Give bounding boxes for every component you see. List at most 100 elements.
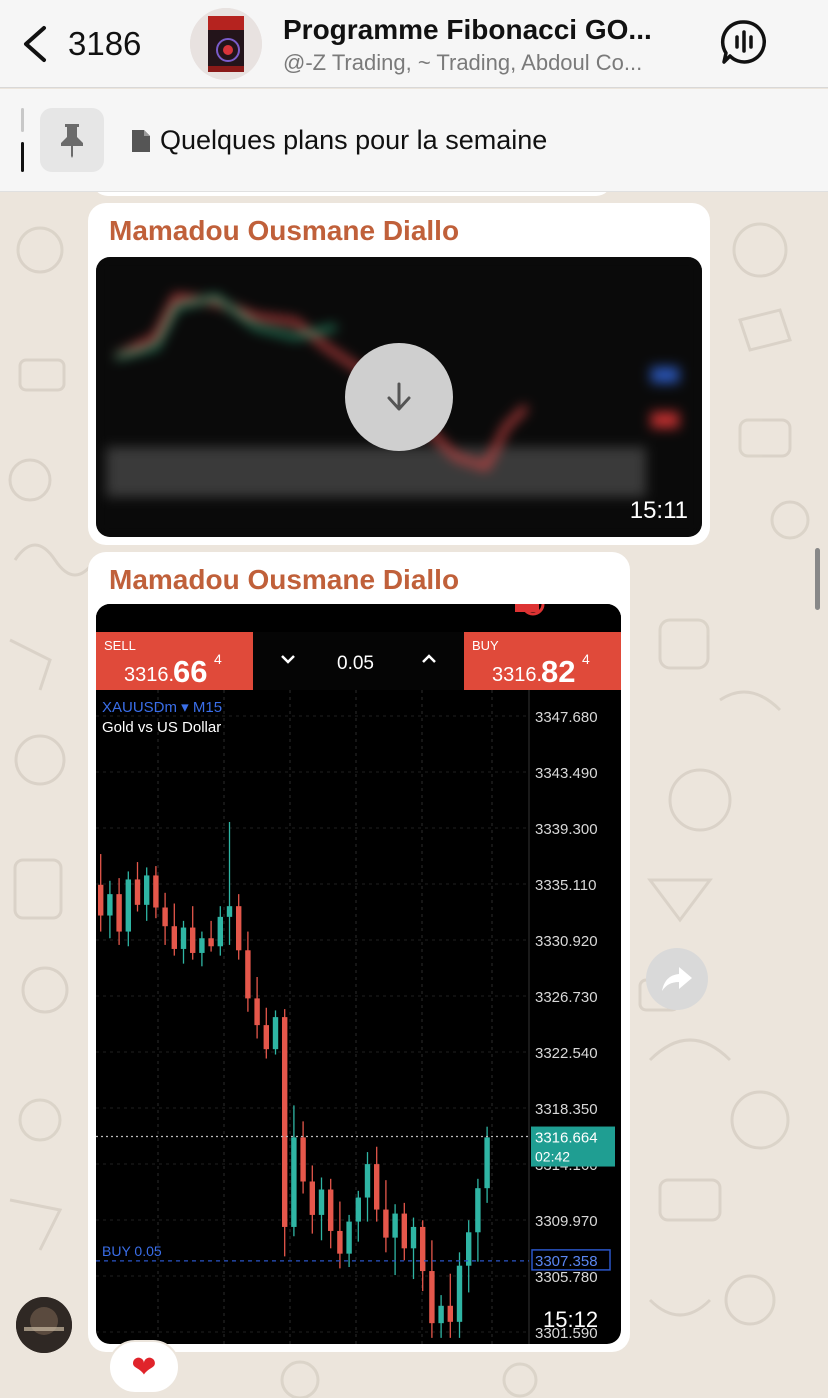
candle — [300, 1137, 306, 1182]
candle — [355, 1197, 361, 1222]
candle — [447, 1305, 453, 1322]
candle — [208, 938, 214, 947]
chart-screenshot[interactable]: SELL 3316. 66 4 BUY 3316. 82 4 0.05 XAUU… — [96, 604, 621, 1344]
download-button[interactable] — [345, 343, 453, 451]
sender-name[interactable]: Mamadou Ousmane Diallo — [109, 564, 459, 596]
trading-chart: SELL 3316. 66 4 BUY 3316. 82 4 0.05 XAUU… — [96, 604, 621, 1344]
price-tick-label: 3335.110 — [535, 877, 596, 894]
pinned-message-preview[interactable]: Quelques plans pour la semaine — [130, 125, 547, 156]
candle — [429, 1271, 435, 1324]
chat-title[interactable]: Programme Fibonacci GO... — [283, 14, 703, 46]
scrollbar[interactable] — [815, 548, 820, 610]
sell-price-big: 66 — [173, 654, 207, 689]
voice-chat-button[interactable] — [720, 18, 768, 66]
pin-indicator-active — [21, 142, 24, 172]
candle — [107, 894, 113, 916]
candle — [171, 926, 177, 949]
pin-icon — [61, 124, 83, 158]
pinned-message-text: Quelques plans pour la semaine — [160, 125, 548, 155]
buy-price-sup: 4 — [582, 651, 590, 667]
buy-label: BUY — [472, 638, 499, 653]
candle — [318, 1189, 325, 1215]
chat-participants[interactable]: @-Z Trading, ~ Trading, Abdoul Co... — [283, 50, 703, 76]
message-time: 15:12 — [543, 1307, 598, 1332]
price-tick-label: 3339.300 — [535, 821, 598, 838]
share-arrow-icon — [662, 967, 692, 991]
candle — [217, 916, 223, 947]
document-icon — [132, 129, 150, 152]
avatar-image — [16, 1297, 72, 1353]
order-price-label: 3307.358 — [535, 1253, 598, 1270]
price-tick-label: 3330.920 — [535, 933, 598, 950]
candle — [484, 1137, 490, 1189]
candle — [153, 875, 159, 908]
group-avatar[interactable] — [190, 8, 262, 80]
candle — [190, 927, 196, 953]
candle — [392, 1213, 398, 1238]
message-bubble[interactable]: Mamadou Ousmane Diallo SELL 3316. 66 4 B… — [88, 552, 630, 1352]
reaction-badge[interactable]: ❤ — [108, 1340, 180, 1394]
candle — [438, 1305, 444, 1324]
candle — [328, 1189, 334, 1231]
buy-price-main: 3316. — [492, 664, 542, 686]
bar-countdown-label: 02:42 — [535, 1149, 570, 1165]
price-tick-label: 3305.780 — [535, 1269, 598, 1286]
candle — [236, 906, 242, 951]
candle — [346, 1221, 352, 1254]
candle — [282, 1017, 288, 1227]
candle — [226, 906, 233, 917]
candle — [374, 1164, 380, 1210]
video-thumbnail[interactable]: 15:11 — [96, 257, 702, 537]
price-tick-label: 3309.970 — [535, 1213, 598, 1230]
candle — [291, 1137, 297, 1227]
arrow-down-icon — [387, 382, 411, 411]
price-tick-label: 3322.540 — [535, 1045, 598, 1062]
candle — [272, 1017, 279, 1050]
candle — [180, 927, 187, 949]
candle — [475, 1188, 481, 1233]
chat-header: 3186 Programme Fibonacci GO... @-Z Tradi… — [0, 0, 828, 88]
price-tick-label: 3343.490 — [535, 765, 598, 782]
candle — [134, 879, 141, 905]
price-tick-label: 3347.680 — [535, 709, 598, 726]
back-button[interactable]: 3186 — [18, 18, 168, 70]
forward-button[interactable] — [646, 948, 708, 1010]
candle — [263, 1025, 269, 1050]
voice-chat-icon — [720, 20, 767, 64]
message-bubble[interactable]: Mamadou Ousmane Diallo 15:11 — [88, 203, 710, 545]
candle — [401, 1213, 407, 1249]
sell-label: SELL — [104, 638, 136, 653]
candle — [199, 938, 205, 953]
candle — [254, 998, 260, 1026]
candle — [245, 950, 251, 999]
candle — [420, 1226, 426, 1272]
group-avatar-image — [190, 8, 262, 80]
order-label: BUY 0.05 — [102, 1243, 162, 1259]
candle — [410, 1226, 417, 1249]
sender-name[interactable]: Mamadou Ousmane Diallo — [109, 215, 459, 247]
candle — [162, 907, 168, 927]
candle — [125, 879, 131, 932]
chevron-left-icon — [24, 26, 46, 62]
current-price-label: 3316.664 — [535, 1130, 598, 1147]
price-tick-label: 3318.350 — [535, 1101, 598, 1118]
candle — [383, 1209, 389, 1238]
message-time: 15:11 — [629, 497, 688, 524]
candle — [456, 1265, 463, 1322]
buy-price-big: 82 — [541, 654, 575, 689]
unread-count: 3186 — [68, 25, 142, 62]
pinned-message-bar[interactable]: Quelques plans pour la semaine — [0, 89, 828, 192]
candle — [144, 875, 150, 905]
candle — [98, 884, 104, 916]
candle — [309, 1181, 315, 1215]
symbol-description: Gold vs US Dollar — [102, 719, 221, 736]
candle — [337, 1230, 343, 1254]
sender-avatar[interactable] — [16, 1297, 72, 1353]
sell-price-sup: 4 — [214, 651, 222, 667]
price-tick-label: 3326.730 — [535, 989, 598, 1006]
pin-indicator-inactive — [21, 108, 24, 132]
candle — [116, 894, 122, 932]
heart-icon: ❤ — [131, 1350, 157, 1384]
pin-button[interactable] — [40, 108, 104, 172]
symbol-label[interactable]: XAUUSDm ▾ M15 — [102, 699, 222, 716]
